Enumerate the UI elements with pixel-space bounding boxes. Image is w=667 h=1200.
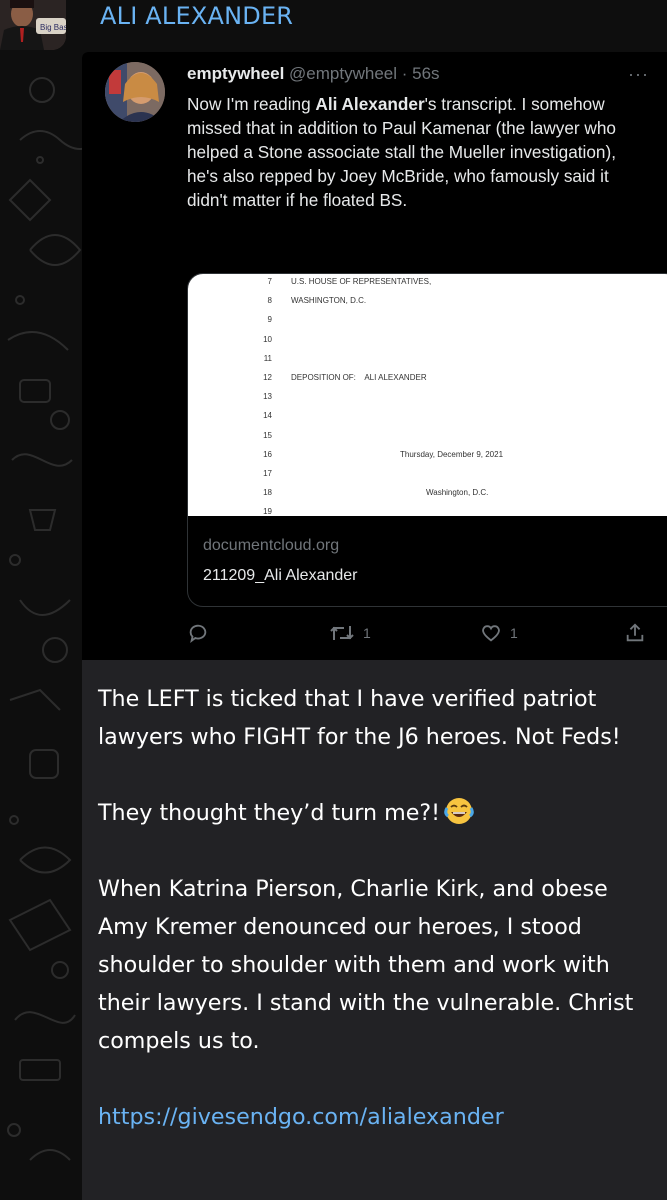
doc-line-number: 9 [267,315,272,325]
doc-line-number: 17 [263,469,272,478]
channel-avatar[interactable]: Big Bash [0,0,66,50]
tweet-handle[interactable]: @emptywheel [289,64,397,83]
doc-line-number: 13 [263,392,272,402]
doc-line-text: DEPOSITION OF: ALI ALEXANDER [291,373,427,382]
like-count: 1 [510,625,518,641]
retweet-count: 1 [363,625,371,641]
doc-line-text: U.S. HOUSE OF REPRESENTATIVES, [291,277,432,286]
doc-line-text: Thursday, December 9, 2021 [400,449,504,459]
channel-name[interactable]: ALI ALEXANDER [100,2,293,30]
donation-link[interactable]: https://givesendgo.com/alialexander [98,1104,504,1130]
avatar-sign-text: Big Bash [40,23,66,32]
reply-button[interactable] [187,622,217,644]
more-options-icon[interactable]: ··· [628,64,649,85]
share-button[interactable] [624,622,646,644]
link-preview-card[interactable]: 7 U.S. HOUSE OF REPRESENTATIVES, 8 WASHINGT… [187,273,667,607]
message-paragraph-with-emoji: They thought they’d turn me?! [98,794,658,832]
reply-icon [189,624,207,644]
doc-line-number: 14 [263,411,272,421]
doc-line-number: 19 [263,507,272,517]
doc-line-number: 16 [263,449,272,459]
tweet-text-bold: Ali Alexander [315,94,425,114]
doc-line-text: Washington, D.C. [426,488,489,498]
tweet-text-part: Now I'm reading [187,94,316,114]
tweet-time: 56s [412,64,440,83]
tweet-display-name[interactable]: emptywheel [187,64,284,83]
doc-line-number: 15 [263,430,272,440]
like-button[interactable]: 1 [480,622,518,644]
message-text: The LEFT is ticked that I have verified … [98,680,658,1136]
heart-icon [482,625,500,642]
message-paragraph: When Katrina Pierson, Charlie Kirk, and … [98,876,634,1054]
face-with-tears-of-joy-icon [444,798,474,824]
doc-line-number: 7 [267,277,272,286]
tweet-text: Now I'm reading Ali Alexander's transcri… [187,92,642,212]
doc-line-number: 10 [263,334,272,344]
card-title: 211209_Ali Alexander [203,567,358,584]
card-domain: documentcloud.org [203,537,340,554]
message-paragraph: They thought they’d turn me?! [98,800,441,826]
share-icon [626,623,644,642]
document-preview-image: 7 U.S. HOUSE OF REPRESENTATIVES, 8 WASHINGT… [188,274,667,516]
doc-line-number: 8 [267,296,272,306]
channel-avatar-image: Big Bash [0,0,66,50]
retweet-icon [330,626,354,640]
doc-line-number: 18 [263,488,272,498]
doc-line-number: 11 [263,353,272,363]
tweet-separator: · [401,64,413,83]
message-bubble: emptywheel @emptywheel · 56s ··· Now I'm… [82,52,667,1200]
doc-line-number: 12 [263,373,272,382]
tweet-header: emptywheel @emptywheel · 56s [187,64,440,84]
message-paragraph: The LEFT is ticked that I have verified … [98,686,621,750]
retweet-button[interactable]: 1 [329,622,371,644]
doc-line-text: WASHINGTON, D.C. [291,296,367,306]
tweet-screenshot: emptywheel @emptywheel · 56s ··· Now I'm… [82,52,667,660]
tweet-actions: 1 1 [187,622,657,652]
tweet-author-avatar [105,62,165,122]
tweet-avatar-image [105,62,165,122]
